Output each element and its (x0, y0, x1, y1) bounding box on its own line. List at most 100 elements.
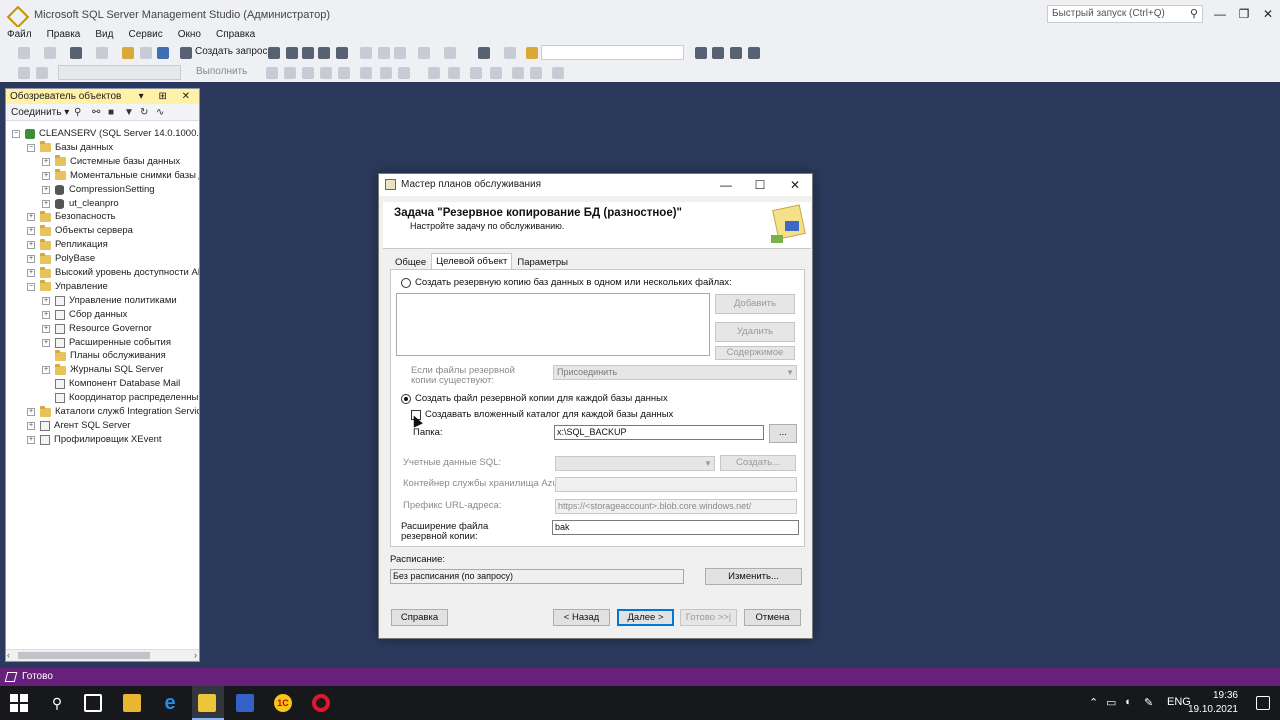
results-text-icon[interactable] (380, 67, 392, 79)
tree-node[interactable]: + CompressionSetting (42, 183, 155, 197)
expand-icon[interactable]: + (42, 366, 50, 375)
expand-icon[interactable]: + (27, 227, 35, 236)
internet-explorer-icon[interactable]: e (161, 693, 179, 713)
comment-icon[interactable] (470, 67, 482, 79)
help-button[interactable]: Справка (391, 609, 448, 626)
expand-icon[interactable]: + (27, 269, 35, 277)
expand-icon[interactable]: + (27, 421, 35, 430)
copy-icon[interactable] (378, 47, 390, 59)
redo-icon[interactable] (444, 47, 456, 59)
add-button[interactable]: Добавить (715, 294, 795, 314)
tab-options[interactable]: Параметры (512, 254, 573, 269)
restore-button[interactable]: ❐ (1236, 6, 1252, 22)
tree-node[interactable]: + Высокий уровень доступности Alw (27, 266, 199, 280)
opera-browser-icon[interactable] (312, 694, 330, 712)
expand-icon[interactable]: + (27, 255, 35, 264)
finish-button[interactable]: Готово >>| (680, 609, 737, 626)
new-project-icon[interactable] (70, 47, 82, 59)
database-combo[interactable] (58, 65, 181, 80)
scroll-left-icon[interactable]: ‹ (7, 650, 10, 660)
tree-node[interactable]: + Репликация (27, 238, 108, 252)
new-query-icon[interactable] (180, 47, 192, 59)
tree-node[interactable]: + Агент SQL Server (27, 419, 130, 433)
connect-icon[interactable]: ⚲ (74, 107, 81, 118)
volume-icon[interactable]: ◖ (1124, 696, 1131, 708)
new-query-button[interactable]: Создать запрос (195, 46, 267, 57)
tab-destination[interactable]: Целевой объект (431, 253, 513, 269)
expand-icon[interactable]: + (27, 213, 35, 222)
expand-icon[interactable]: + (42, 199, 50, 208)
menu-tools[interactable]: Сервис (128, 27, 162, 43)
disconnect-icon[interactable]: ⚯ (92, 107, 100, 118)
include-plan-icon[interactable] (448, 67, 460, 79)
save-icon[interactable] (140, 47, 152, 59)
refresh-icon[interactable]: ↻ (140, 107, 148, 118)
expand-icon[interactable]: + (27, 408, 35, 416)
outdent-icon[interactable] (530, 67, 542, 79)
back-icon[interactable] (18, 47, 30, 59)
connect-icon[interactable] (18, 67, 30, 79)
scrollbar-thumb[interactable] (18, 652, 150, 659)
tools-icon[interactable] (712, 47, 724, 59)
tree-node[interactable]: − CLEANSERV (SQL Server 14.0.1000.169 - (12, 127, 199, 141)
sql-credential-combo[interactable]: ▼ (555, 456, 715, 471)
cut-icon[interactable] (360, 47, 372, 59)
notifications-icon[interactable] (1256, 696, 1270, 710)
query-type-icon-5[interactable] (336, 47, 348, 59)
filter-icon[interactable]: ▼ (124, 107, 134, 118)
activity-icon[interactable]: ∿ (156, 107, 164, 118)
cancel-button[interactable]: Отмена (744, 609, 801, 626)
undo-icon[interactable] (418, 47, 430, 59)
tree-node[interactable]: − Базы данных (27, 141, 113, 155)
expand-icon[interactable]: + (42, 185, 50, 194)
folder-input[interactable]: x:\SQL_BACKUP (554, 425, 764, 440)
query-type-icon-4[interactable] (318, 47, 330, 59)
clock[interactable]: 19:36 19.10.2021 (1188, 689, 1238, 717)
backup-files-list[interactable] (396, 293, 710, 356)
expand-icon[interactable]: + (42, 157, 50, 166)
create-credential-button[interactable]: Создать... (720, 455, 796, 471)
window-layout-icon[interactable] (748, 47, 760, 59)
tree-node[interactable]: + Сбор данных (42, 308, 127, 322)
tree-node[interactable]: + Безопасность (27, 210, 116, 224)
close-button[interactable]: ✕ (1260, 6, 1276, 22)
find-combo[interactable] (541, 45, 684, 60)
parse-icon[interactable] (284, 67, 296, 79)
save-all-icon[interactable] (157, 47, 169, 59)
stop-icon[interactable] (266, 67, 278, 79)
start-windows-icon[interactable] (10, 694, 28, 712)
tree-node[interactable]: + Расширенные события (42, 336, 171, 350)
minimize-button[interactable]: — (1212, 6, 1228, 22)
quick-launch-input[interactable]: Быстрый запуск (Ctrl+Q) ⚲ (1047, 5, 1203, 23)
file-explorer-icon[interactable] (123, 694, 141, 712)
tab-general[interactable]: Общее (390, 254, 431, 269)
tree-node[interactable]: + Журналы SQL Server (42, 363, 163, 377)
paste-icon[interactable] (394, 47, 406, 59)
menu-view[interactable]: Вид (95, 27, 113, 43)
save-app-icon[interactable] (236, 694, 254, 712)
dialog-minimize-button[interactable]: — (711, 174, 741, 196)
menu-file[interactable]: Файл (7, 27, 32, 43)
pen-icon[interactable]: ✎ (1144, 696, 1153, 709)
back-button[interactable]: < Назад (553, 609, 610, 626)
menu-edit[interactable]: Правка (47, 27, 81, 43)
forward-icon[interactable] (44, 47, 56, 59)
expand-icon[interactable]: + (42, 338, 50, 347)
find-icon[interactable] (526, 47, 538, 59)
tree-node[interactable]: + ut_cleanpro (42, 197, 119, 211)
tree-node[interactable]: + Объекты сервера (27, 224, 133, 238)
expand-icon[interactable]: + (42, 310, 50, 319)
tree-node[interactable]: Координатор распределенны (42, 391, 198, 405)
add-item-icon[interactable] (96, 47, 108, 59)
tree-node[interactable]: − Управление (27, 280, 108, 294)
results-file-icon[interactable] (428, 67, 440, 79)
results-grid-icon[interactable] (398, 67, 410, 79)
activity-monitor-icon[interactable] (478, 47, 490, 59)
remove-button[interactable]: Удалить (715, 322, 795, 342)
debug-icon[interactable] (302, 67, 314, 79)
collapse-icon[interactable]: − (27, 143, 35, 152)
tree-node[interactable]: + Моментальные снимки базы д (42, 169, 199, 183)
network-icon[interactable]: ▭ (1106, 696, 1116, 709)
tree-node[interactable]: Планы обслуживания (42, 349, 166, 363)
contents-button[interactable]: Содержимое (715, 346, 795, 360)
